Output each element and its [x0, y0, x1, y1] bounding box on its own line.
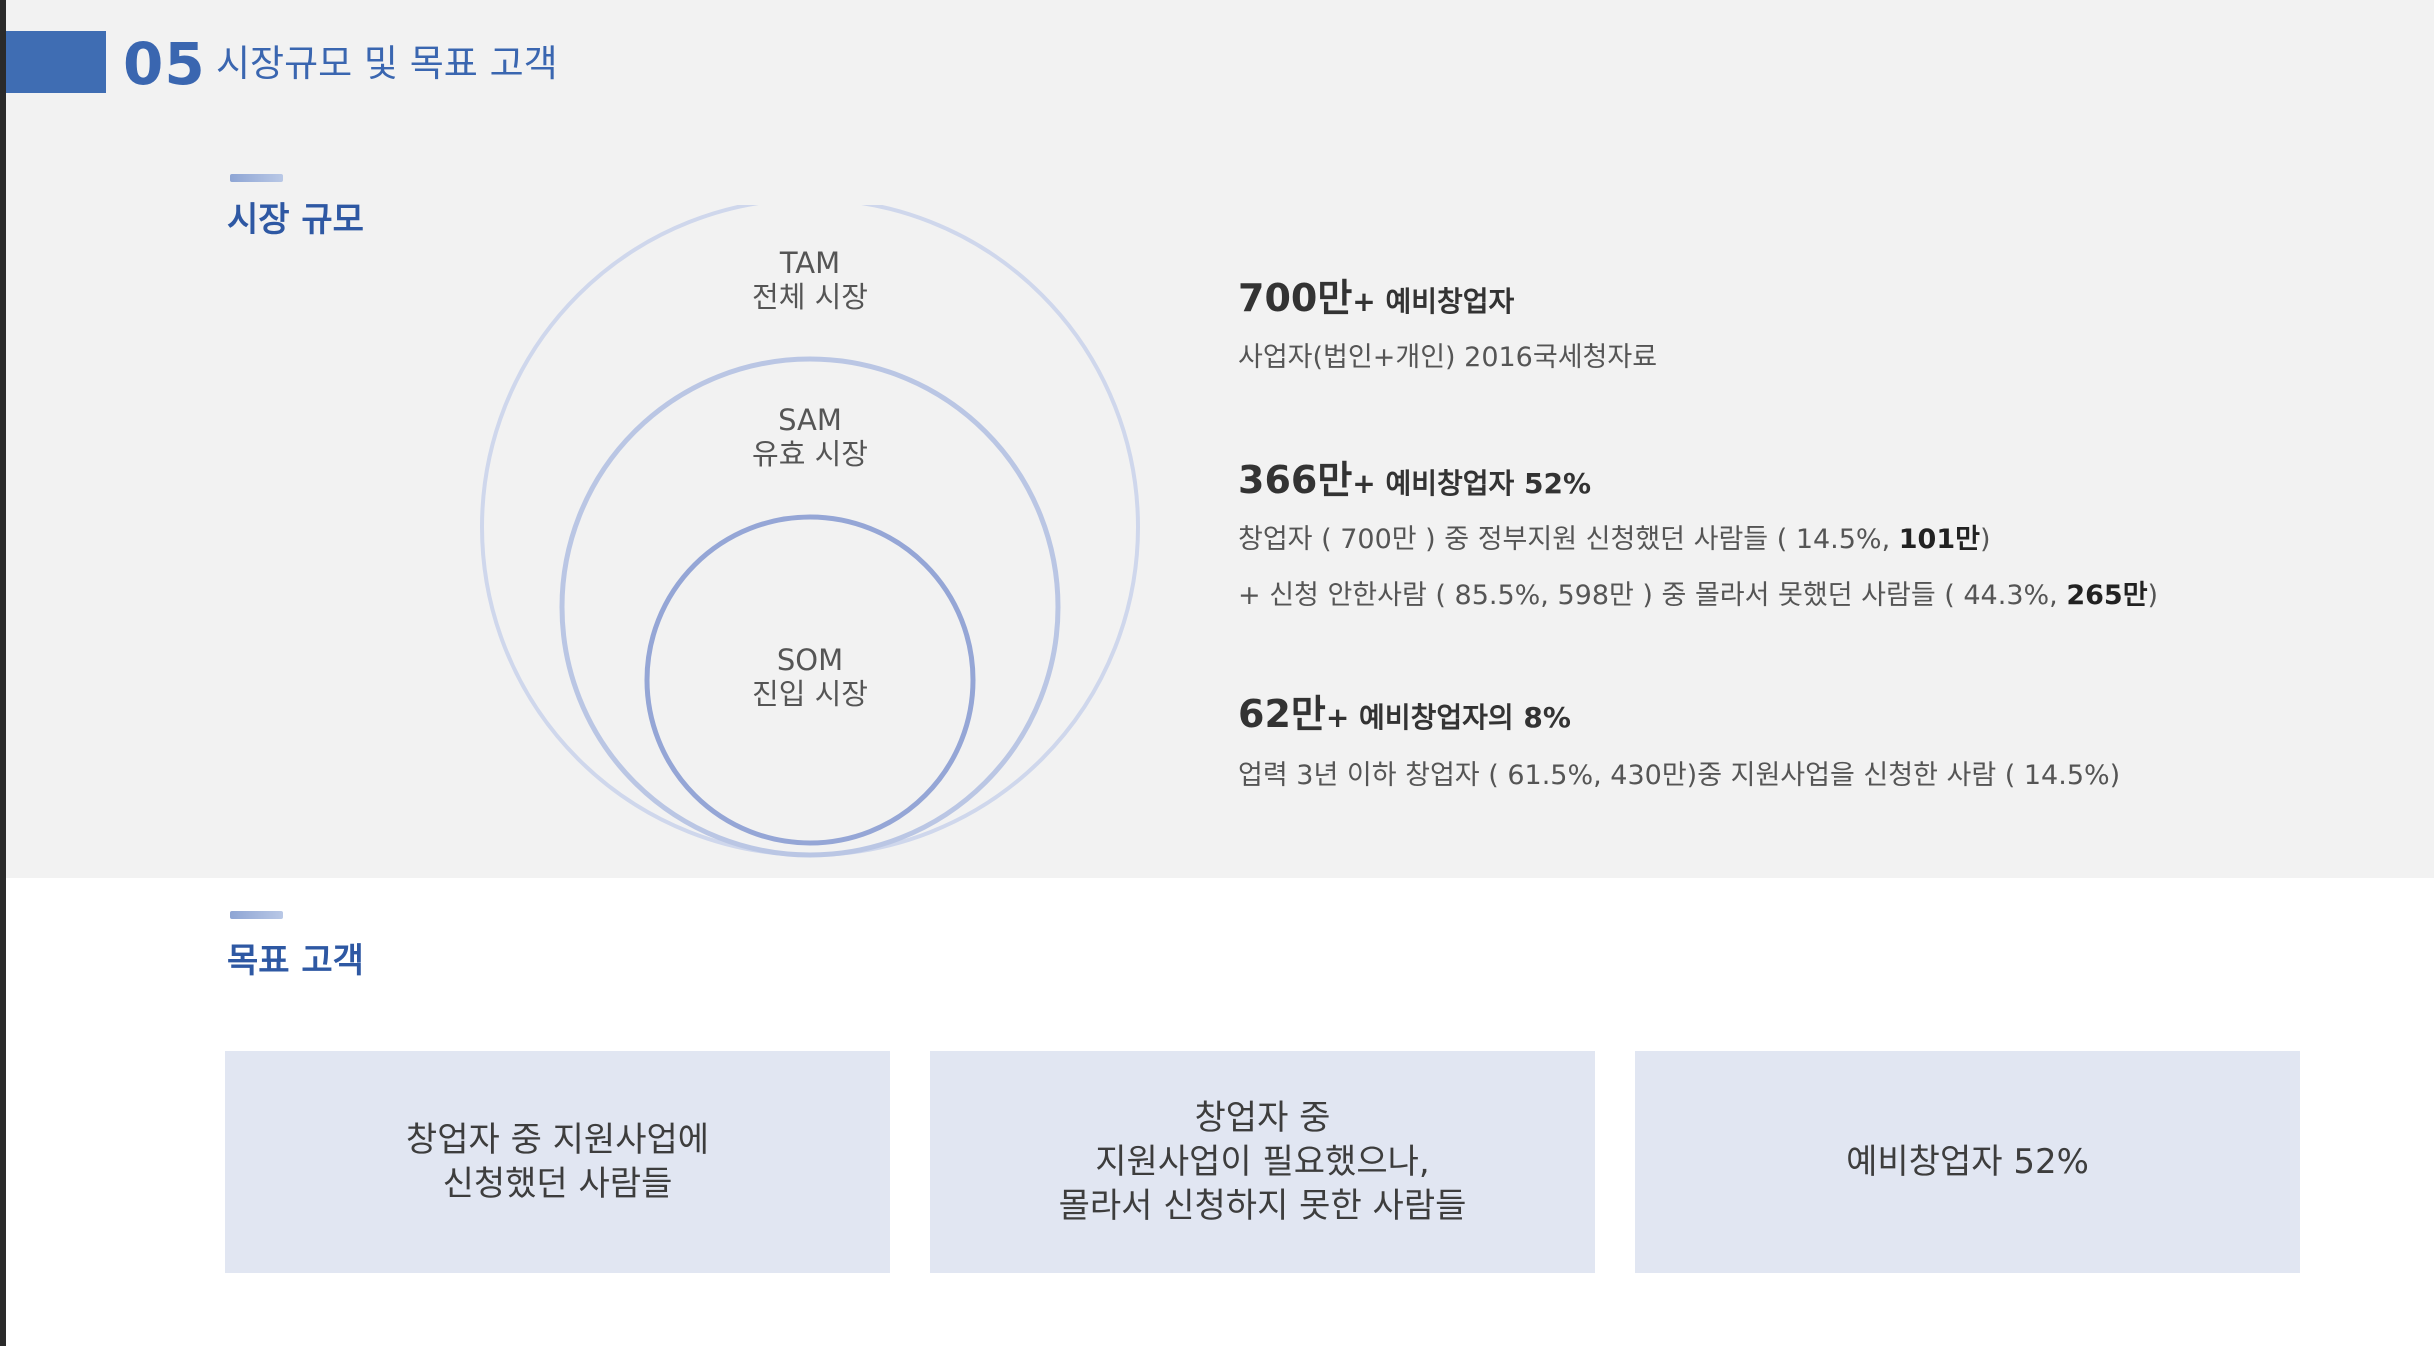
stat-sam-note-2-bold: 265만 — [2066, 580, 2148, 611]
som-desc: 진입 시장 — [752, 677, 868, 711]
stat-tam-note: 사업자(법인+개인) 2016국세청자료 — [1238, 338, 1657, 378]
target-box-1-text: 창업자 중 지원사업에 신청했던 사람들 — [406, 1118, 709, 1206]
stat-sam-value: 366만+ 예비창업자 52% — [1238, 452, 1591, 512]
stat-sam-note-2-text: + 신청 안한사람 ( 85.5%, 598만 ) 중 몰라서 못했던 사람들 … — [1238, 580, 2067, 611]
market-size-panel — [6, 0, 2434, 878]
sam-label: SAM 유효 시장 — [660, 403, 960, 471]
som-name: SOM — [776, 643, 844, 677]
target-box-2-line-3: 몰라서 신청하지 못한 사람들 — [1058, 1186, 1467, 1226]
target-box-3: 예비창업자 52% — [1635, 1051, 2300, 1273]
stat-tam-value: 700만+ 예비창업자 — [1238, 270, 1514, 330]
section-number: 05 — [123, 30, 206, 98]
target-box-1-line-1: 창업자 중 지원사업에 — [405, 1120, 710, 1160]
section-title-market-size: 시장 규모 — [227, 200, 364, 240]
section-dash-target — [230, 911, 283, 919]
target-box-2-text: 창업자 중 지원사업이 필요했으나, 몰라서 신청하지 못한 사람들 — [1059, 1096, 1467, 1228]
tam-label: TAM 전체 시장 — [660, 246, 960, 314]
stat-tam-number: 700만 — [1238, 276, 1353, 320]
stat-som-value: 62만+ 예비창업자의 8% — [1238, 686, 1571, 746]
target-box-3-text: 예비창업자 52% — [1846, 1140, 2089, 1184]
target-box-2-line-2: 지원사업이 필요했으나, — [1095, 1142, 1430, 1182]
stat-tam-suffix: + 예비창업자 — [1352, 285, 1515, 318]
target-box-2: 창업자 중 지원사업이 필요했으나, 몰라서 신청하지 못한 사람들 — [930, 1051, 1595, 1273]
stat-sam-suffix: + 예비창업자 52% — [1352, 467, 1592, 500]
tam-name: TAM — [779, 246, 841, 280]
stat-sam-note-1-bold: 101만 — [1898, 524, 1980, 555]
target-box-1: 창업자 중 지원사업에 신청했던 사람들 — [225, 1051, 890, 1273]
stat-som-note: 업력 3년 이하 창업자 ( 61.5%, 430만)중 지원사업을 신청한 사… — [1238, 756, 2120, 796]
stat-tam-note-text: 사업자(법인+개인) 2016국세청자료 — [1238, 342, 1658, 373]
page-title: 시장규모 및 목표 고객 — [216, 42, 558, 85]
sam-desc: 유효 시장 — [752, 437, 868, 471]
section-dash-market — [230, 174, 283, 182]
stat-sam-note-1-tail: ) — [1979, 524, 1991, 555]
stat-sam-note-2: + 신청 안한사람 ( 85.5%, 598만 ) 중 몰라서 못했던 사람들 … — [1238, 576, 2158, 616]
section-title-target-customers: 목표 고객 — [227, 941, 364, 981]
target-box-3-line-1: 예비창업자 52% — [1846, 1142, 2089, 1182]
stat-sam-number: 366만 — [1238, 458, 1353, 502]
stat-sam-note-1-text: 창업자 ( 700만 ) 중 정부지원 신청했던 사람들 ( 14.5%, — [1238, 524, 1899, 555]
stat-sam-note-2-tail: ) — [2147, 580, 2159, 611]
header-accent-bar — [6, 31, 106, 93]
tam-desc: 전체 시장 — [752, 280, 868, 314]
sam-name: SAM — [778, 403, 842, 437]
som-label: SOM 진입 시장 — [660, 643, 960, 711]
stat-som-number: 62만 — [1238, 692, 1326, 736]
stat-som-note-text: 업력 3년 이하 창업자 ( 61.5%, 430만)중 지원사업을 신청한 사… — [1238, 760, 2121, 791]
target-box-2-line-1: 창업자 중 — [1194, 1098, 1331, 1138]
target-box-1-line-2: 신청했던 사람들 — [442, 1164, 673, 1204]
stat-sam-note-1: 창업자 ( 700만 ) 중 정부지원 신청했던 사람들 ( 14.5%, 10… — [1238, 520, 1991, 560]
stat-som-suffix: + 예비창업자의 8% — [1325, 701, 1571, 734]
